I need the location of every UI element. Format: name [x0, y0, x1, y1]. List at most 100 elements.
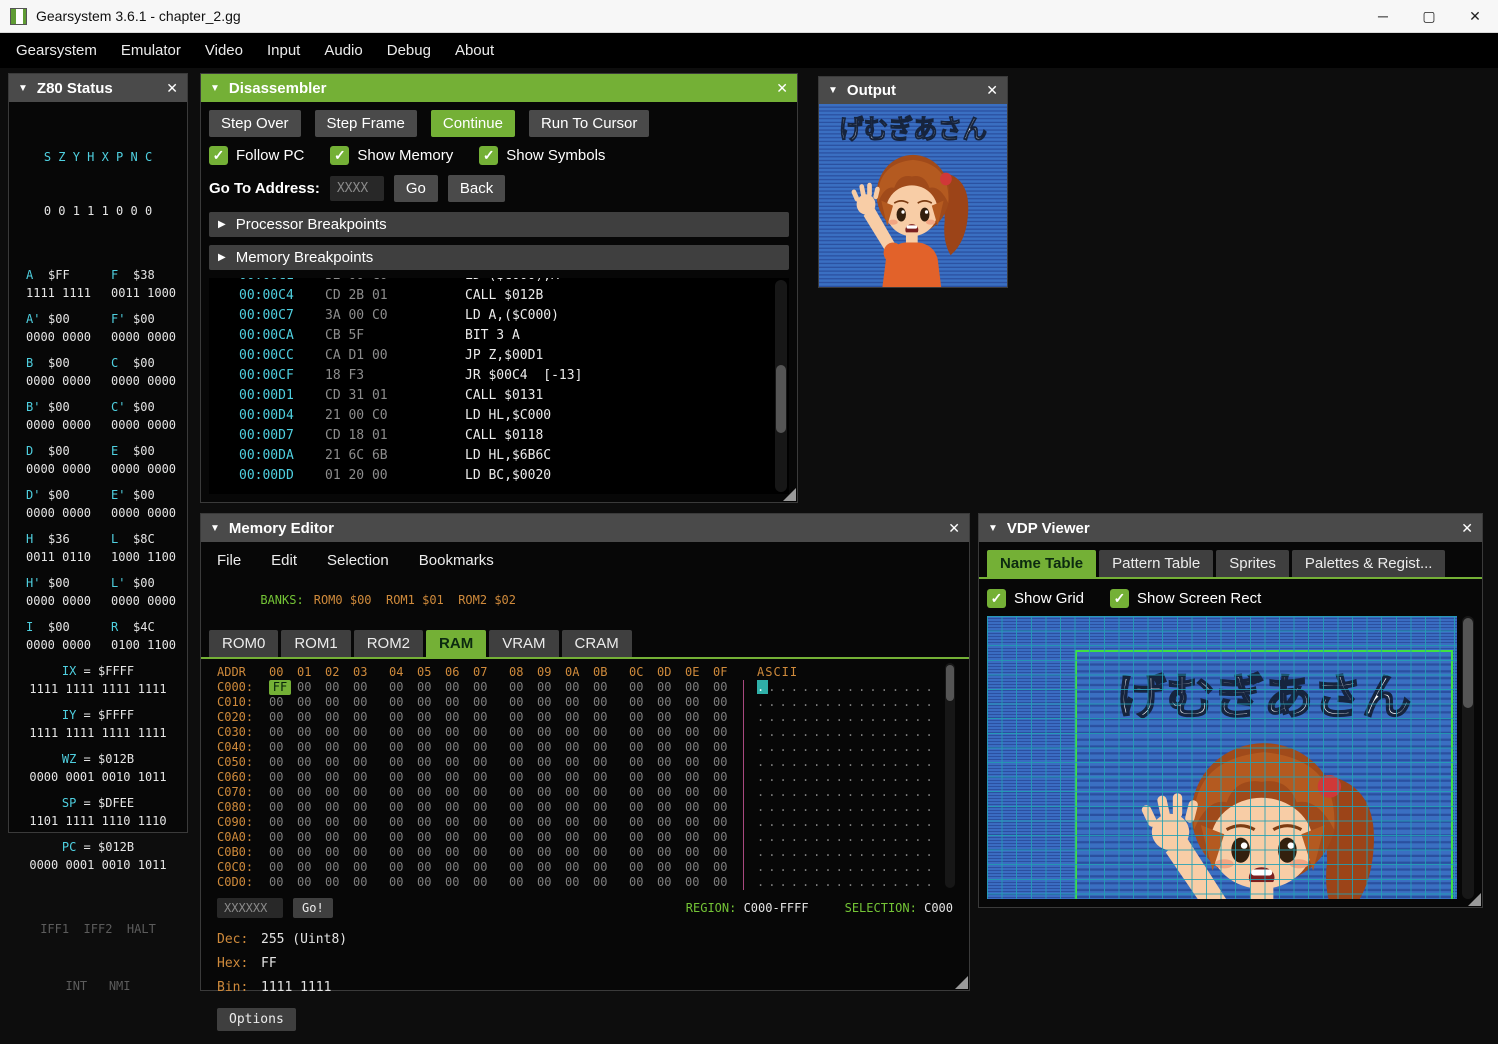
menu-item-audio[interactable]: Audio — [312, 35, 374, 66]
hex-byte[interactable]: 00 — [713, 860, 735, 875]
tab-ram[interactable]: RAM — [426, 630, 487, 657]
resize-grip[interactable] — [1468, 893, 1481, 906]
hex-byte[interactable]: 00 — [713, 680, 735, 695]
hex-byte[interactable]: 00 — [325, 680, 347, 695]
hex-byte[interactable]: 00 — [297, 830, 319, 845]
hex-scrollbar[interactable] — [945, 663, 955, 888]
hex-byte[interactable]: 00 — [389, 755, 411, 770]
hex-byte[interactable]: 00 — [509, 860, 531, 875]
menu-item-about[interactable]: About — [443, 35, 506, 66]
hex-byte[interactable]: 00 — [325, 755, 347, 770]
hex-byte[interactable]: FF — [269, 680, 291, 695]
hex-byte[interactable]: 00 — [445, 725, 467, 740]
hex-byte[interactable]: 00 — [565, 800, 587, 815]
memory-menu-edit[interactable]: Edit — [271, 552, 297, 569]
hex-byte[interactable]: 00 — [297, 740, 319, 755]
goto-address-input[interactable] — [329, 176, 384, 201]
hex-byte[interactable]: 00 — [473, 755, 495, 770]
continue-button[interactable]: Continue — [430, 110, 515, 137]
hex-byte[interactable]: 00 — [593, 695, 615, 710]
menu-item-input[interactable]: Input — [255, 35, 312, 66]
hex-byte[interactable]: 00 — [353, 845, 375, 860]
hex-byte[interactable]: 00 — [473, 770, 495, 785]
hex-byte[interactable]: 00 — [537, 845, 559, 860]
hex-byte[interactable]: 00 — [389, 875, 411, 890]
hex-byte[interactable]: 00 — [417, 830, 439, 845]
hex-byte[interactable]: 00 — [389, 815, 411, 830]
vdp-nametable-view[interactable] — [987, 616, 1457, 899]
disasm-row[interactable]: 00:00C4 CD 2B 01 CALL $012B — [239, 286, 789, 306]
hex-byte[interactable]: 00 — [629, 740, 651, 755]
hex-byte[interactable]: 00 — [509, 815, 531, 830]
hex-byte[interactable]: 00 — [593, 815, 615, 830]
hex-byte[interactable]: 00 — [593, 755, 615, 770]
hex-byte[interactable]: 00 — [325, 725, 347, 740]
hex-byte[interactable]: 00 — [629, 815, 651, 830]
hex-byte[interactable]: 00 — [417, 815, 439, 830]
hex-byte[interactable]: 00 — [353, 860, 375, 875]
hex-byte[interactable]: 00 — [537, 785, 559, 800]
hex-byte[interactable]: 00 — [389, 860, 411, 875]
hex-byte[interactable]: 00 — [593, 740, 615, 755]
hex-byte[interactable]: 00 — [509, 680, 531, 695]
hex-byte[interactable]: 00 — [565, 875, 587, 890]
close-window-icon[interactable]: ✕ — [1452, 0, 1498, 32]
tab-rom1[interactable]: ROM1 — [281, 630, 351, 657]
hex-byte[interactable]: 00 — [445, 755, 467, 770]
hex-byte[interactable]: 00 — [565, 695, 587, 710]
collapse-icon[interactable]: ▼ — [210, 83, 220, 94]
hex-byte[interactable]: 00 — [713, 725, 735, 740]
hex-byte[interactable]: 00 — [269, 770, 291, 785]
hex-byte[interactable]: 00 — [509, 845, 531, 860]
hex-byte[interactable]: 00 — [445, 830, 467, 845]
hex-byte[interactable]: 00 — [509, 695, 531, 710]
hex-byte[interactable]: 00 — [269, 725, 291, 740]
hex-byte[interactable]: 00 — [629, 785, 651, 800]
hex-byte[interactable]: 00 — [629, 695, 651, 710]
close-icon[interactable]: ✕ — [166, 80, 178, 97]
hex-byte[interactable]: 00 — [565, 680, 587, 695]
disasm-row[interactable]: 00:00CF 18 F3 JR $00C4 [-13] — [239, 366, 789, 386]
hex-byte[interactable]: 00 — [269, 710, 291, 725]
hex-byte[interactable]: 00 — [389, 710, 411, 725]
hex-byte[interactable]: 00 — [657, 755, 679, 770]
hex-byte[interactable]: 00 — [417, 680, 439, 695]
disassembler-header[interactable]: ▼ Disassembler ✕ — [201, 74, 797, 102]
checkbox-follow-pc[interactable]: ✓ Follow PC — [209, 146, 304, 165]
disasm-row[interactable]: 00:00C1 32 00 C0 LD ($C000),A — [239, 278, 789, 286]
hex-byte[interactable]: 00 — [685, 875, 707, 890]
hex-byte[interactable]: 00 — [565, 860, 587, 875]
hex-byte[interactable]: 00 — [325, 815, 347, 830]
hex-byte[interactable]: 00 — [537, 680, 559, 695]
menu-item-debug[interactable]: Debug — [375, 35, 443, 66]
hex-byte[interactable]: 00 — [713, 785, 735, 800]
hex-byte[interactable]: 00 — [657, 710, 679, 725]
hex-byte[interactable]: 00 — [325, 830, 347, 845]
hex-byte[interactable]: 00 — [389, 770, 411, 785]
tab-vram[interactable]: VRAM — [489, 630, 559, 657]
hex-byte[interactable]: 00 — [713, 755, 735, 770]
hex-byte[interactable]: 00 — [417, 845, 439, 860]
hex-byte[interactable]: 00 — [473, 695, 495, 710]
hex-byte[interactable]: 00 — [325, 860, 347, 875]
collapse-icon[interactable]: ▼ — [18, 83, 28, 94]
hex-byte[interactable]: 00 — [445, 785, 467, 800]
hex-byte[interactable]: 00 — [685, 785, 707, 800]
hex-byte[interactable]: 00 — [537, 875, 559, 890]
hex-byte[interactable]: 00 — [629, 860, 651, 875]
hex-byte[interactable]: 00 — [353, 800, 375, 815]
hex-byte[interactable]: 00 — [353, 680, 375, 695]
hex-byte[interactable]: 00 — [537, 830, 559, 845]
hex-byte[interactable]: 00 — [593, 860, 615, 875]
hex-byte[interactable]: 00 — [269, 875, 291, 890]
hex-byte[interactable]: 00 — [509, 725, 531, 740]
hex-byte[interactable]: 00 — [657, 800, 679, 815]
hex-byte[interactable]: 00 — [593, 800, 615, 815]
tab-palettes-regist[interactable]: Palettes & Regist... — [1291, 550, 1446, 577]
hex-byte[interactable]: 00 — [269, 815, 291, 830]
hex-byte[interactable]: 00 — [473, 710, 495, 725]
maximize-icon[interactable]: ▢ — [1406, 0, 1452, 32]
hex-byte[interactable]: 00 — [685, 815, 707, 830]
disasm-scrollbar[interactable] — [775, 280, 787, 492]
hex-byte[interactable]: 00 — [353, 755, 375, 770]
